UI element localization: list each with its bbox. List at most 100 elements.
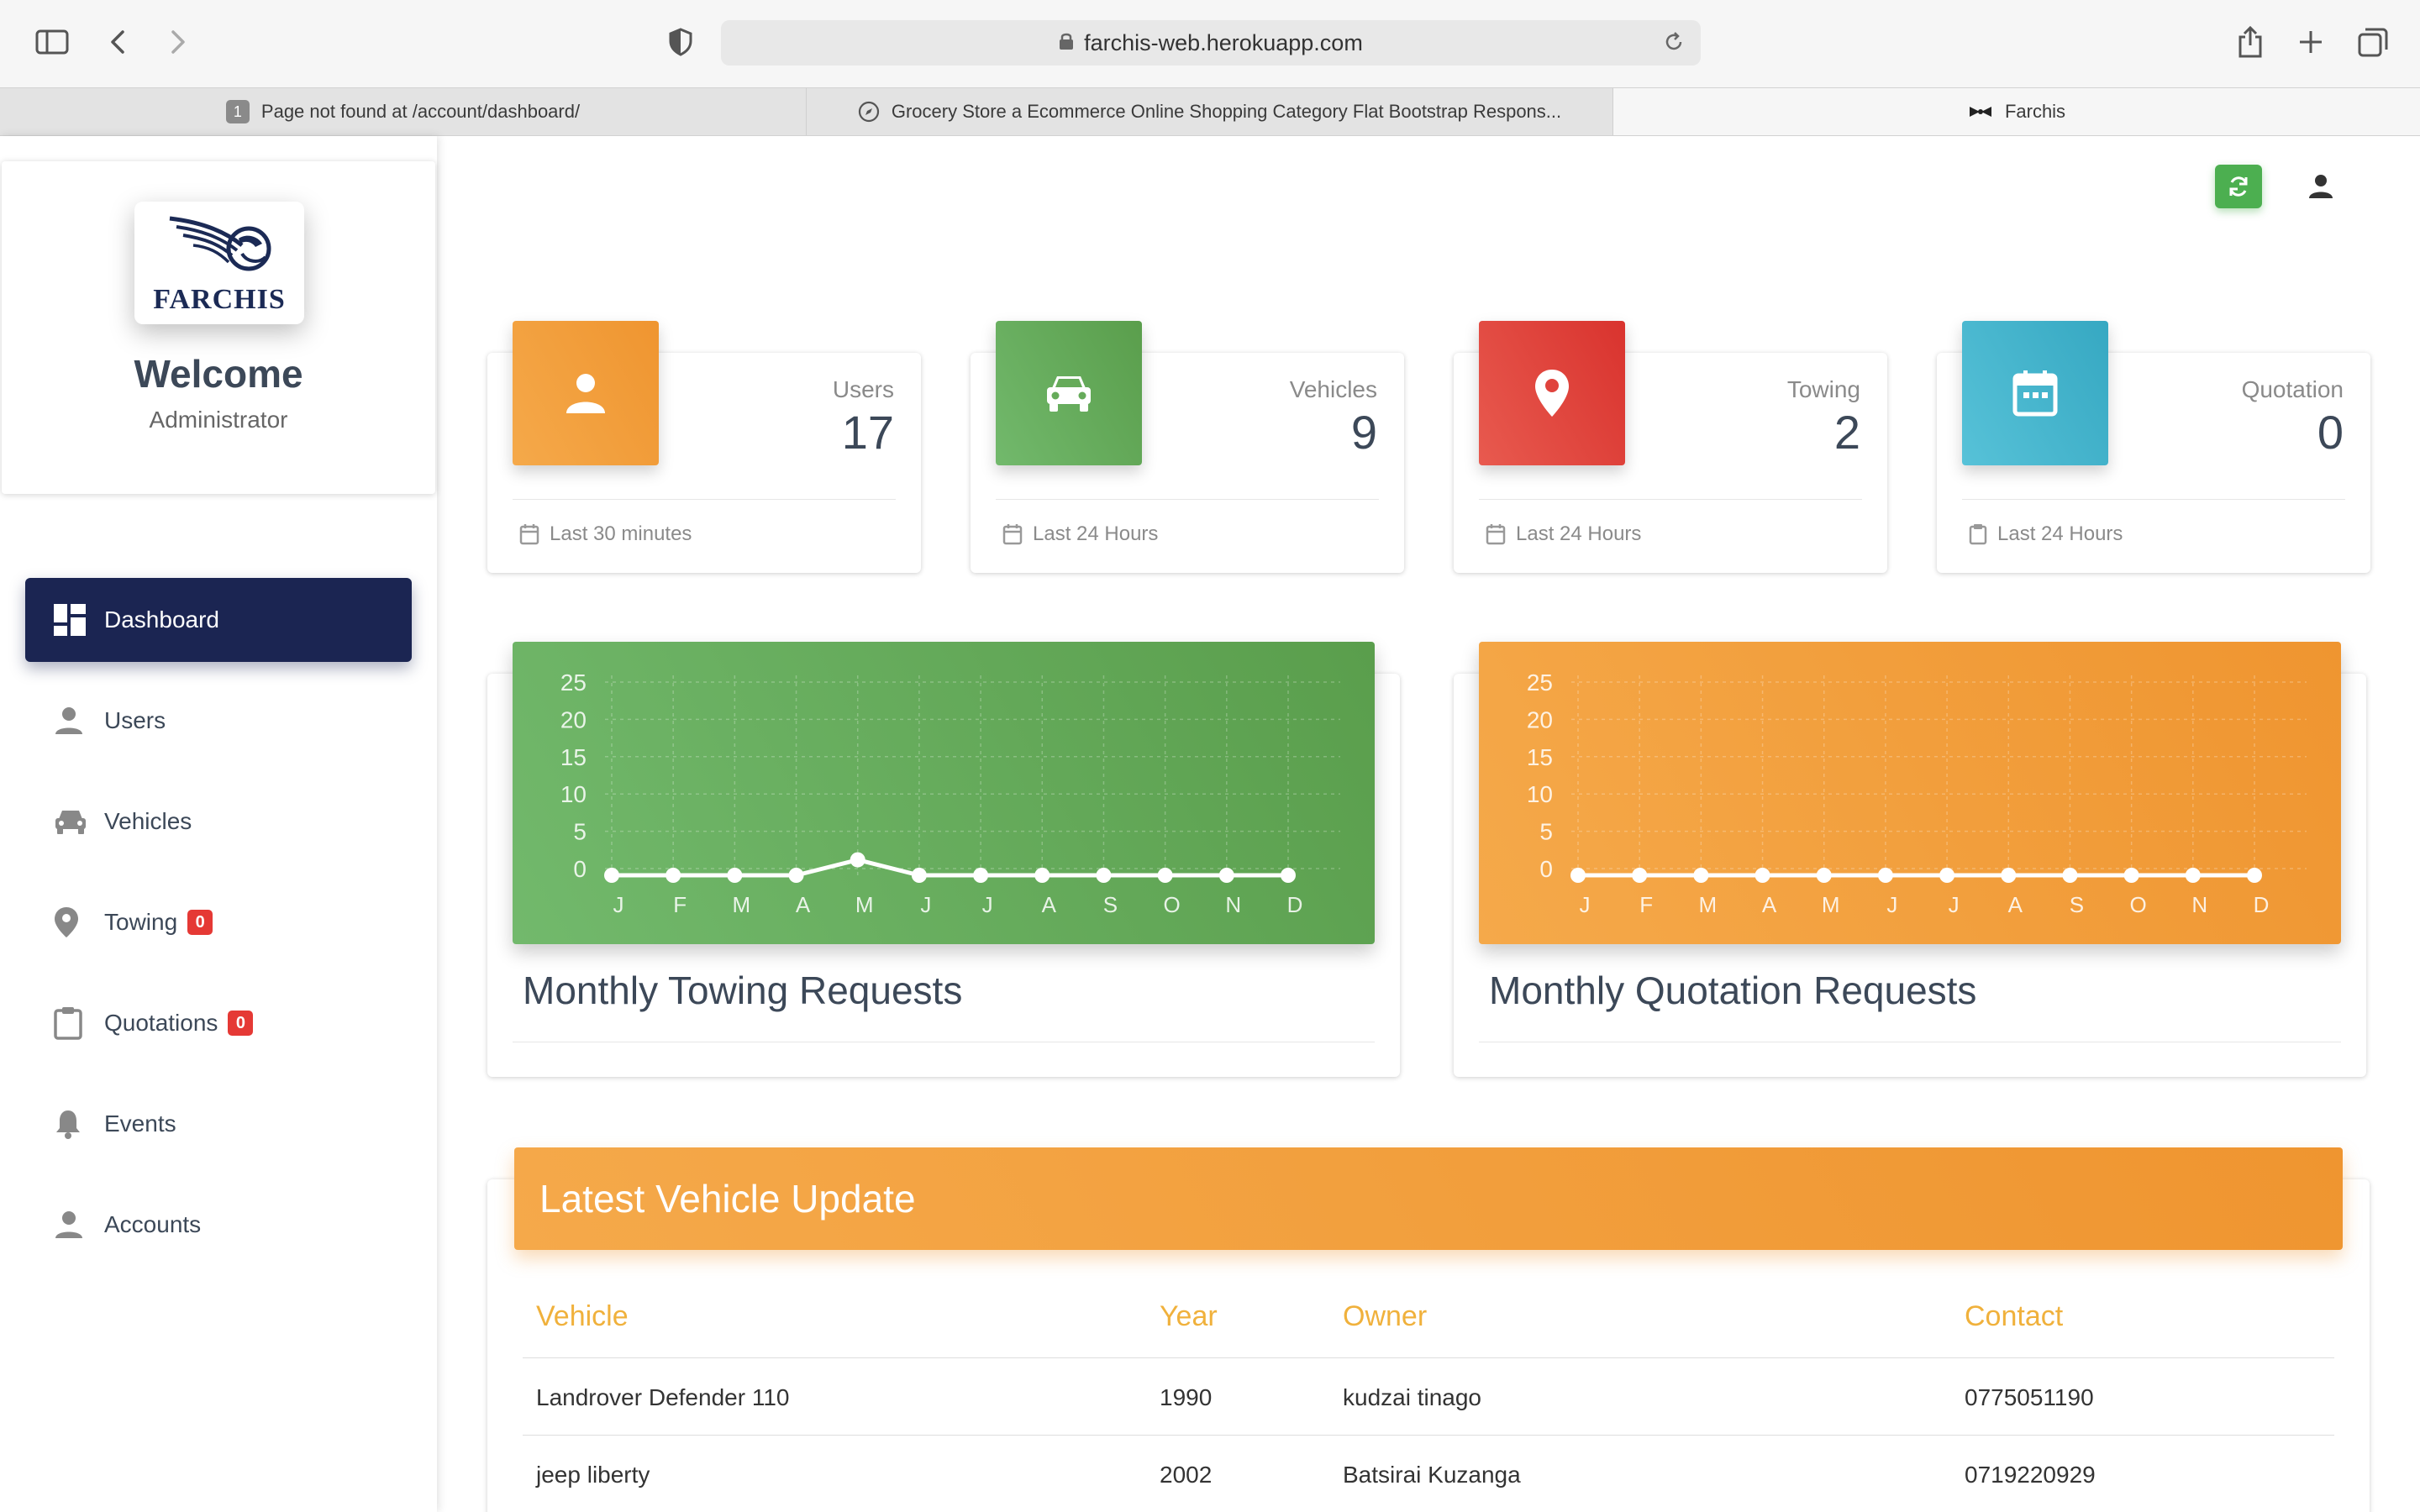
sidebar-item-vehicles[interactable]: Vehicles: [25, 780, 412, 864]
sidebar-item-label: Quotations: [104, 1010, 218, 1036]
x-tick-label: A: [1762, 892, 1777, 917]
sidebar-item-label: Dashboard: [104, 606, 219, 633]
sidebar-item-quotations[interactable]: Quotations 0: [25, 981, 412, 1065]
reload-icon[interactable]: [1662, 30, 1686, 60]
account-menu-button[interactable]: [2297, 163, 2344, 210]
data-point: [666, 868, 681, 883]
new-tab-icon[interactable]: [2291, 22, 2331, 62]
data-point: [604, 868, 619, 883]
data-point: [1754, 868, 1770, 883]
cell-owner: kudzai tinago: [1343, 1384, 1482, 1410]
sidebar-item-events[interactable]: Events: [25, 1082, 412, 1166]
data-point: [1632, 868, 1648, 883]
x-tick-label: O: [2130, 892, 2147, 917]
stat-label: Users: [832, 376, 894, 402]
sidebar-item-accounts[interactable]: Accounts: [25, 1183, 412, 1267]
x-tick-label: D: [1287, 892, 1303, 917]
sidebar-item-label: Users: [104, 707, 166, 733]
location-pin-icon: [54, 906, 104, 938]
person-icon: [54, 706, 104, 736]
person-icon: [566, 374, 605, 413]
stat-footer-text: Last 24 Hours: [1516, 522, 1642, 545]
browser-tab-2[interactable]: Grocery Store a Ecommerce Online Shoppin…: [807, 88, 1613, 135]
data-point: [2123, 868, 2139, 883]
stat-footer-text: Last 24 Hours: [1033, 522, 1159, 545]
x-tick-label: J: [1949, 892, 1960, 917]
y-tick-label: 25: [1527, 669, 1553, 696]
data-point: [850, 852, 865, 868]
chart-card-towing: 25 20 15 10 5 0 J F M A M J J A S O N D Monthly Towing Re…: [487, 642, 1400, 1077]
sidebar-item-dashboard[interactable]: Dashboard: [25, 578, 412, 662]
data-point: [2247, 868, 2262, 883]
towing-chart: 25 20 15 10 5 0 J F M A M J J A S O N D: [513, 642, 1375, 944]
url-bar[interactable]: farchis-web.herokuapp.com: [721, 20, 1701, 66]
tab-badge: 1: [225, 100, 250, 123]
logo: FARCHIS: [134, 202, 304, 324]
data-point: [1693, 868, 1709, 883]
x-tick-label: M: [1699, 892, 1718, 917]
towing-count-badge: 0: [187, 910, 213, 935]
table-header: Latest Vehicle Update: [514, 1147, 2343, 1250]
x-tick-label: F: [673, 892, 687, 917]
stat-card-quotation: Quotation 0 Last 24 Hours: [1937, 321, 2370, 573]
stat-label: Vehicles: [1289, 376, 1377, 402]
compass-icon: [858, 101, 880, 123]
x-tick-label: J: [982, 892, 993, 917]
stat-label: Towing: [1786, 376, 1860, 402]
cell-year: 1990: [1160, 1384, 1213, 1410]
column-header-vehicle[interactable]: Vehicle: [536, 1300, 629, 1333]
y-tick-label: 15: [1527, 744, 1553, 770]
tab-label: Page not found at /account/dashboard/: [260, 101, 581, 122]
data-point: [1096, 868, 1112, 883]
column-header-owner[interactable]: Owner: [1343, 1300, 1427, 1333]
stat-label: Quotation: [2241, 376, 2344, 402]
browser-toolbar: farchis-web.herokuapp.com: [0, 0, 2420, 87]
x-tick-label: M: [855, 892, 874, 917]
latest-vehicle-table-card: Latest Vehicle Update Vehicle Year Owner…: [487, 1147, 2370, 1512]
user-role: Administrator: [149, 407, 288, 433]
stat-footer: Last 24 Hours: [1969, 522, 2123, 546]
stat-value: 17: [841, 406, 894, 459]
tab-label: Farchis: [2004, 101, 2066, 122]
lock-icon: [1059, 30, 1074, 56]
divider: [996, 499, 1379, 500]
stat-icon-box: [1479, 321, 1625, 465]
divider: [1479, 499, 1862, 500]
x-tick-label: M: [1822, 892, 1840, 917]
forward-icon[interactable]: [158, 22, 198, 62]
sidebar-item-users[interactable]: Users: [25, 679, 412, 763]
y-tick-label: 15: [560, 744, 587, 770]
sidebar-toggle-icon[interactable]: [32, 22, 72, 62]
browser-tab-1[interactable]: 1 Page not found at /account/dashboard/: [0, 88, 807, 135]
profile-card: FARCHIS Welcome Administrator: [2, 161, 435, 494]
y-tick-label: 20: [1527, 706, 1553, 732]
stat-footer: Last 30 minutes: [519, 522, 692, 546]
series-line: [612, 858, 1288, 878]
browser-tab-3[interactable]: Farchis: [1613, 88, 2420, 135]
column-header-year[interactable]: Year: [1160, 1300, 1218, 1333]
chart-title: Monthly Towing Requests: [523, 969, 963, 1012]
cell-vehicle: jeep liberty: [536, 1462, 650, 1488]
data-point: [2185, 868, 2201, 883]
stat-icon-box: [996, 321, 1142, 465]
stat-footer: Last 24 Hours: [1486, 522, 1641, 546]
privacy-shield-icon[interactable]: [660, 22, 701, 62]
x-tick-label: D: [2254, 892, 2270, 917]
divider: [513, 499, 896, 500]
calendar-icon: [1002, 523, 1023, 545]
x-tick-label: O: [1164, 892, 1181, 917]
sidebar-item-towing[interactable]: Towing 0: [25, 880, 412, 964]
share-icon[interactable]: [2230, 22, 2270, 62]
quotation-line-chart: 25 20 15 10 5 0 J F M A M J J A S O N D: [1527, 669, 2307, 917]
column-header-contact[interactable]: Contact: [1965, 1300, 2063, 1333]
clipboard-icon: [1969, 523, 1987, 545]
x-tick-label: A: [1042, 892, 1057, 917]
stat-footer: Last 24 Hours: [1002, 522, 1158, 546]
tab-overview-icon[interactable]: [2353, 22, 2393, 62]
x-tick-label: S: [2070, 892, 2084, 917]
refresh-button[interactable]: [2215, 165, 2262, 208]
chart-title: Monthly Quotation Requests: [1489, 969, 1977, 1012]
favicon-icon: [1968, 105, 1993, 118]
back-icon[interactable]: [97, 22, 138, 62]
data-point: [2062, 868, 2078, 883]
